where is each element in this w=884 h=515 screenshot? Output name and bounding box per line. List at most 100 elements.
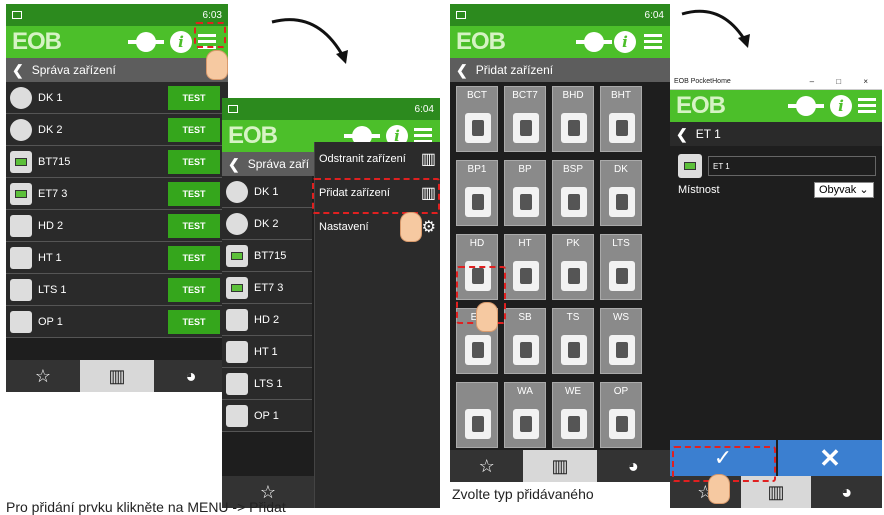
back-icon[interactable]: ❮ [676, 126, 688, 143]
device-row[interactable]: OP 1 TEST [6, 306, 228, 338]
connection-icon[interactable] [576, 32, 612, 52]
screen-device-detail: EOB PocketHome – □ × EOB i ❮ ET 1 ET 1 Mís… [670, 74, 882, 508]
hd-device-icon [10, 214, 32, 237]
back-icon[interactable]: ❮ [12, 62, 24, 79]
menu-icon[interactable] [644, 31, 662, 52]
device-type-bsp[interactable]: BSP [552, 160, 594, 226]
device-type-bct7[interactable]: BCT7 [504, 86, 546, 152]
room-select[interactable]: Obyvak ⌄ [814, 182, 874, 198]
screen-menu-open: 6:04 EOB i ❮ Správa zaří DK 1 DK 2 BT715 ET7… [222, 98, 440, 508]
back-icon[interactable]: ❮ [228, 156, 240, 173]
device-row[interactable]: BT715 [222, 240, 312, 272]
gauge-tab-icon[interactable]: ◕ [597, 450, 670, 482]
device-type-bht[interactable]: BHT [600, 86, 642, 152]
favorites-tab-icon[interactable]: ☆ [6, 360, 80, 392]
gauge-tab-icon[interactable]: ◕ [154, 360, 228, 392]
thermostat-icon [226, 276, 248, 299]
device-row[interactable]: ET7 3 [222, 272, 312, 304]
hd-device-icon [226, 308, 248, 331]
thermostat-icon [226, 244, 248, 267]
device-row[interactable]: ET7 3 TEST [6, 178, 228, 210]
device-row[interactable]: HD 2 TEST [6, 210, 228, 242]
info-icon[interactable]: i [170, 31, 192, 53]
device-row[interactable]: DK 2 [222, 208, 312, 240]
device-type-ws[interactable]: WS [600, 308, 642, 374]
device-row[interactable]: HT 1 TEST [6, 242, 228, 274]
device-type-bp1[interactable]: BP1 [456, 160, 498, 226]
device-type-ht[interactable]: HT [504, 234, 546, 300]
device-type-op[interactable]: OP [600, 382, 642, 448]
device-row[interactable]: DK 2 TEST [6, 114, 228, 146]
flow-arrow-icon [271, 18, 348, 64]
device-icon [561, 113, 587, 143]
device-type-dk[interactable]: DK [600, 160, 642, 226]
device-row[interactable]: HD 2 [222, 304, 312, 336]
connection-icon[interactable] [788, 96, 824, 116]
round-sensor-icon [10, 86, 32, 109]
menu-remove-device[interactable]: Odstranit zařízení ▥ [315, 142, 440, 176]
device-list: DK 1 DK 2 BT715 ET7 3 HD 2 HT 1 LTS 1 OP 1 [222, 176, 312, 432]
radiator-tab-icon[interactable]: ▥ [80, 360, 154, 392]
eob-logo: EOB [228, 122, 278, 149]
device-type-sb[interactable]: SB [504, 308, 546, 374]
round-sensor-icon [226, 180, 248, 203]
menu-icon[interactable] [858, 95, 876, 116]
device-row[interactable]: LTS 1 [222, 368, 312, 400]
test-button[interactable]: TEST [168, 85, 220, 110]
device-name: DK 1 [38, 91, 63, 104]
device-row[interactable]: BT715 TEST [6, 146, 228, 178]
device-type-label: BCT7 [512, 90, 538, 101]
menu-highlight [194, 22, 226, 48]
test-button[interactable]: TEST [168, 213, 220, 238]
window-controls[interactable]: – □ × [810, 77, 878, 86]
status-time: 6:04 [414, 103, 434, 115]
page-title-bar: ❮ Správa zařízení [6, 58, 228, 82]
device-type-label: BHD [562, 90, 584, 101]
screen-add-device: 6:04 EOB i ❮ Přidat zařízení BCT BCT7 BHD BH… [450, 4, 670, 482]
test-button[interactable]: TEST [168, 181, 220, 206]
device-type-bp[interactable]: BP [504, 160, 546, 226]
device-type-we[interactable]: WE [552, 382, 594, 448]
device-row[interactable]: DK 1 TEST [6, 82, 228, 114]
cancel-button[interactable]: ✕ [778, 440, 882, 476]
eob-logo: EOB [12, 28, 62, 55]
test-button[interactable]: TEST [168, 149, 220, 174]
device-name: LTS 1 [38, 283, 67, 296]
test-button[interactable]: TEST [168, 309, 220, 334]
test-button[interactable]: TEST [168, 277, 220, 302]
device-name-input[interactable]: ET 1 [708, 156, 876, 176]
device-type-bhd[interactable]: BHD [552, 86, 594, 152]
device-type-unlabeled[interactable] [456, 382, 498, 448]
screen-device-management: 6:03 EOB i ❮ Správa zařízení DK 1 TEST DK 2… [6, 4, 228, 392]
back-icon[interactable]: ❮ [456, 62, 468, 79]
tab-bar: ☆ ▥ ◕ [6, 360, 228, 392]
device-icon [561, 409, 587, 439]
page-title-bar: ❮ Přidat zařízení [450, 58, 670, 82]
device-name: HT 1 [254, 345, 278, 358]
radiator-tab-icon[interactable]: ▥ [523, 450, 597, 482]
device-row[interactable]: DK 1 [222, 176, 312, 208]
device-name: ET7 3 [38, 187, 68, 200]
notification-icon [456, 11, 466, 19]
thermostat-icon [10, 182, 32, 205]
favorites-tab-icon[interactable]: ☆ [450, 450, 523, 482]
test-button[interactable]: TEST [168, 245, 220, 270]
device-row[interactable]: OP 1 [222, 400, 312, 432]
device-type-wa[interactable]: WA [504, 382, 546, 448]
info-icon[interactable]: i [830, 95, 852, 117]
device-type-ts[interactable]: TS [552, 308, 594, 374]
device-type-bct[interactable]: BCT [456, 86, 498, 152]
thermostat-icon [10, 150, 32, 173]
device-row[interactable]: HT 1 [222, 336, 312, 368]
window-titlebar: EOB PocketHome – □ × [670, 74, 882, 90]
device-row[interactable]: LTS 1 TEST [6, 274, 228, 306]
device-type-lts[interactable]: LTS [600, 234, 642, 300]
page-title: Přidat zařízení [475, 63, 554, 77]
test-button[interactable]: TEST [168, 117, 220, 142]
device-type-pk[interactable]: PK [552, 234, 594, 300]
page-title: ET 1 [695, 127, 721, 141]
connection-icon[interactable] [128, 32, 164, 52]
info-icon[interactable]: i [614, 31, 636, 53]
status-time: 6:03 [202, 9, 222, 21]
gauge-tab-icon[interactable]: ◕ [811, 476, 882, 508]
